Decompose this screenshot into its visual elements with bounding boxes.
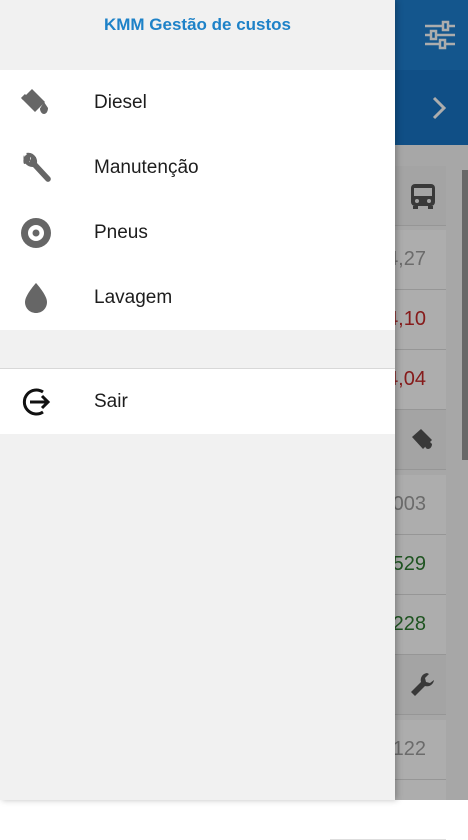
menu-item-diesel[interactable]: Diesel: [0, 70, 395, 135]
exit-section: Sair: [0, 369, 395, 434]
menu-item-manutencao[interactable]: Manutenção: [0, 135, 395, 200]
menu-item-label: Manutenção: [94, 157, 199, 178]
menu-item-pneus[interactable]: Pneus: [0, 200, 395, 265]
fuel-can-icon: [20, 89, 48, 114]
menu-item-label: Lavagem: [94, 287, 173, 308]
tire-icon: [21, 218, 51, 248]
logout-label: Sair: [94, 391, 128, 412]
logout-icon: [22, 388, 51, 416]
drawer-title: KMM Gestão de custos: [103, 15, 292, 34]
wrench-icon: [23, 152, 51, 182]
menu-item-lavagem[interactable]: Lavagem: [0, 265, 395, 330]
logout-button[interactable]: Sair: [0, 369, 395, 434]
menu-item-label: Diesel: [94, 92, 147, 113]
water-drop-icon: [25, 283, 47, 313]
menu-item-label: Pneus: [94, 222, 148, 243]
menu-list: Diesel Manutenção Pneus Lavagem: [0, 70, 395, 330]
navigation-drawer: KMM Gestão de custos Diesel Manutenção P…: [0, 0, 395, 800]
